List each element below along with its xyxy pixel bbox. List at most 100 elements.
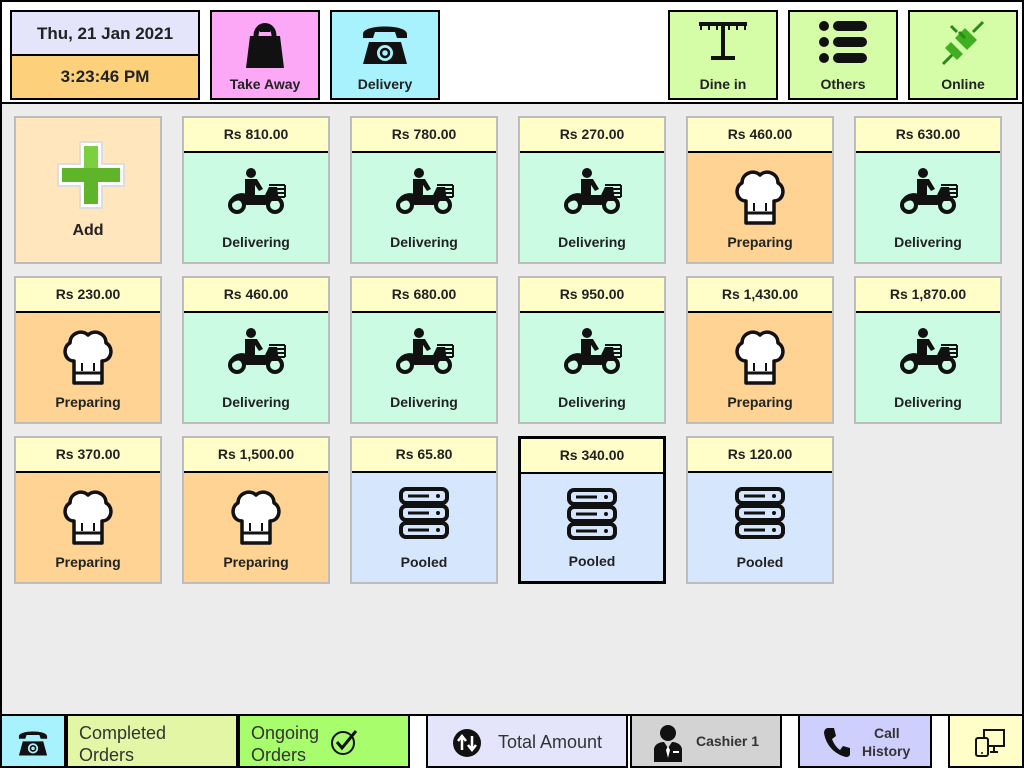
chef-hat-icon [734,330,786,391]
order-price: Rs 1,870.00 [856,278,1000,313]
add-order-tile[interactable]: Add [14,116,162,264]
order-tile[interactable]: Rs 1,500.00 Preparing [182,436,330,584]
top-bar: Thu, 21 Jan 2021 3:23:46 PM Take Away De… [2,2,1022,104]
completed-orders-line1: Completed [79,723,167,743]
scooter-icon [225,328,287,379]
devices-icon [975,729,1005,757]
current-date: Thu, 21 Jan 2021 [12,12,198,56]
order-status: Preparing [727,234,793,250]
call-history-line2: History [862,743,911,759]
scooter-icon [561,168,623,219]
switch-device-button[interactable] [948,716,1022,768]
dining-table-icon [670,12,776,74]
order-status: Delivering [390,234,458,250]
order-status: Delivering [894,234,962,250]
checkmark-circle-icon [331,730,358,755]
order-price: Rs 1,500.00 [184,438,328,473]
order-tile[interactable]: Rs 340.00 Pooled [518,436,666,584]
order-status: Pooled [736,554,784,570]
sort-arrows-icon [453,729,481,757]
order-tile[interactable]: Rs 680.00 Delivering [350,276,498,424]
order-status: Preparing [55,554,121,570]
order-price: Rs 680.00 [352,278,496,313]
plug-icon [910,12,1016,74]
take-away-label: Take Away [229,76,301,92]
phone-orders-button[interactable] [2,716,66,768]
total-amount-button[interactable]: Total Amount [426,716,628,768]
order-price: Rs 230.00 [16,278,160,313]
order-tile[interactable]: Rs 65.80 Pooled [350,436,498,584]
order-tile[interactable]: Rs 460.00 Preparing [686,116,834,264]
order-tile[interactable]: Rs 1,430.00 Preparing [686,276,834,424]
dine-in-button[interactable]: Dine in [668,10,778,100]
person-tie-icon [654,725,682,762]
order-status: Delivering [390,394,458,410]
plus-icon [57,141,125,209]
order-price: Rs 65.80 [352,438,496,473]
order-tile[interactable]: Rs 780.00 Delivering [350,116,498,264]
order-status: Delivering [558,394,626,410]
online-button[interactable]: Online [908,10,1018,100]
rotary-phone-icon [18,731,48,756]
cashier-button[interactable]: Cashier 1 [630,716,782,768]
scooter-icon [225,168,287,219]
order-price: Rs 460.00 [688,118,832,153]
scooter-icon [897,168,959,219]
ongoing-orders-button[interactable]: Ongoing Orders [238,716,410,768]
others-label: Others [820,76,866,92]
order-tile[interactable]: Rs 950.00 Delivering [518,276,666,424]
scooter-icon [561,328,623,379]
take-away-button[interactable]: Take Away [210,10,320,100]
cashier-label: Cashier 1 [696,733,760,749]
order-tile[interactable]: Rs 370.00 Preparing [14,436,162,584]
order-tile[interactable]: Rs 120.00 Pooled [686,436,834,584]
others-button[interactable]: Others [788,10,898,100]
dine-in-label: Dine in [699,76,747,92]
add-label: Add [72,222,104,239]
order-tile[interactable]: Rs 630.00 Delivering [854,116,1002,264]
phone-handset-icon [824,728,850,757]
order-status: Delivering [558,234,626,250]
order-tile[interactable]: Rs 1,870.00 Delivering [854,276,1002,424]
online-label: Online [941,76,985,92]
call-history-button[interactable]: Call History [798,716,932,768]
scooter-icon [393,168,455,219]
order-status: Preparing [55,394,121,410]
order-status: Preparing [727,394,793,410]
order-status: Preparing [223,554,289,570]
order-tile[interactable]: Rs 810.00 Delivering [182,116,330,264]
ongoing-orders-line1: Ongoing [251,723,320,743]
order-price: Rs 780.00 [352,118,496,153]
server-stack-icon [399,487,449,543]
server-stack-icon [735,487,785,543]
order-tile[interactable]: Rs 270.00 Delivering [518,116,666,264]
order-price: Rs 460.00 [184,278,328,313]
order-price: Rs 370.00 [16,438,160,473]
total-amount-label: Total Amount [498,732,603,752]
order-status: Pooled [400,554,448,570]
order-price: Rs 270.00 [520,118,664,153]
order-price: Rs 120.00 [688,438,832,473]
order-status: Delivering [894,394,962,410]
list-icon [790,12,896,74]
datetime-panel: Thu, 21 Jan 2021 3:23:46 PM [10,10,200,100]
completed-orders-button[interactable]: Completed Orders [66,716,238,768]
order-price: Rs 810.00 [184,118,328,153]
current-time: 3:23:46 PM [12,56,198,98]
order-price: Rs 1,430.00 [688,278,832,313]
bottom-bar: Completed Orders Ongoing Orders Total Am… [2,714,1022,768]
chef-hat-icon [230,490,282,551]
delivery-button[interactable]: Delivery [330,10,440,100]
order-status: Pooled [568,553,616,569]
order-tile[interactable]: Rs 460.00 Delivering [182,276,330,424]
order-tile[interactable]: Rs 230.00 Preparing [14,276,162,424]
chef-hat-icon [62,490,114,551]
chef-hat-icon [62,330,114,391]
server-stack-icon [567,488,617,544]
call-history-line1: Call [874,725,900,741]
completed-orders-line2: Orders [79,745,135,765]
order-status: Delivering [222,234,290,250]
order-price: Rs 340.00 [521,439,663,474]
scooter-icon [897,328,959,379]
order-price: Rs 630.00 [856,118,1000,153]
